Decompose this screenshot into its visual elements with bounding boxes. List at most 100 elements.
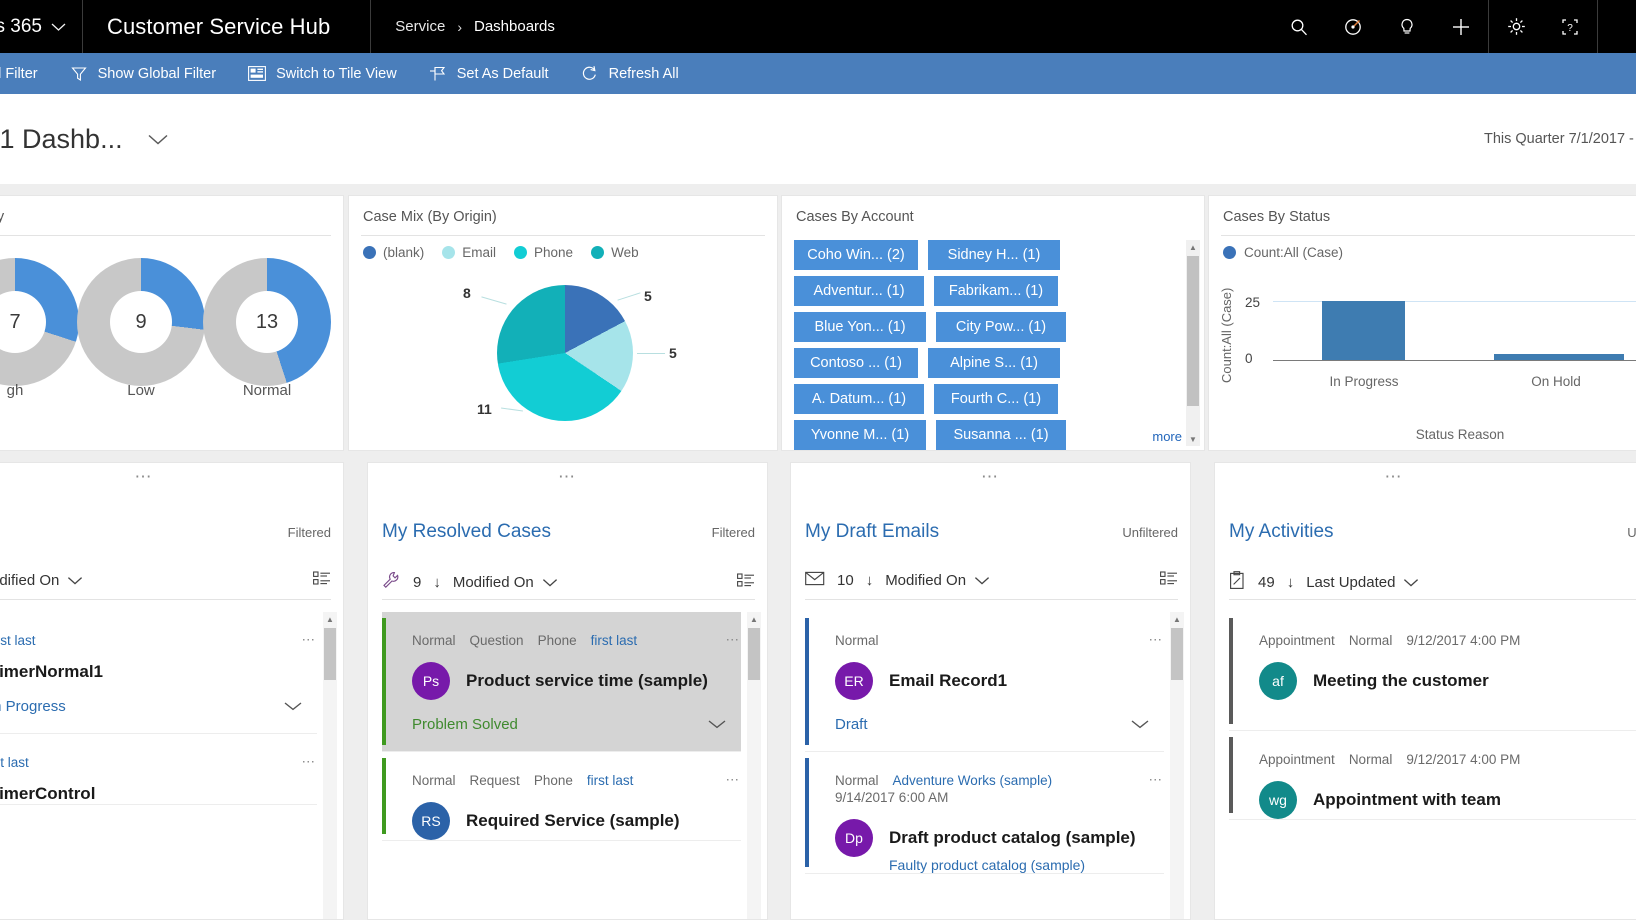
legend-item-phone[interactable]: Phone xyxy=(514,245,573,260)
item-meta-owner[interactable]: first last xyxy=(591,633,638,648)
chevron-down-icon[interactable] xyxy=(707,716,741,733)
legend-item-web[interactable]: Web xyxy=(591,245,639,260)
stream-card-cases[interactable]: ⋯ ases Filtered ↓ Modified On xyxy=(0,462,344,920)
list-item[interactable]: Appointment Normal 9/12/2017 4:00 PM ⋯ w… xyxy=(1229,731,1636,820)
list-item[interactable]: Normal Question Phone first last ⋯ Ps Pr… xyxy=(382,612,741,752)
list-item[interactable]: Normal Request Phone first last ⋯ RS Req… xyxy=(382,752,741,841)
item-title[interactable]: Product service time (sample) xyxy=(466,671,708,691)
item-overflow-menu-icon[interactable]: ⋯ xyxy=(726,632,742,648)
app-name[interactable]: Customer Service Hub xyxy=(83,14,354,40)
account-tile[interactable]: Sidney H... (1) xyxy=(928,240,1060,270)
chart-card-case-mix[interactable]: Case Mix (By Origin) (blank) Email Phone xyxy=(348,195,778,451)
account-tile[interactable]: Susanna ... (1) xyxy=(936,420,1066,450)
stream-overflow-menu-icon[interactable]: ⋯ xyxy=(1215,467,1636,487)
plus-icon[interactable] xyxy=(1434,0,1488,53)
account-tile[interactable]: City Pow... (1) xyxy=(936,312,1066,342)
account-tile[interactable]: A. Datum... (1) xyxy=(794,384,924,414)
switch-to-tile-view-button[interactable]: Switch to Tile View xyxy=(232,53,413,94)
legend-item-email[interactable]: Email xyxy=(442,245,496,260)
list-view-icon[interactable] xyxy=(737,572,755,592)
set-as-default-button[interactable]: Set As Default xyxy=(413,53,565,94)
breadcrumb-parent[interactable]: Service xyxy=(395,18,445,35)
scrollbar-thumb[interactable] xyxy=(748,628,760,680)
stream-sort-selector[interactable]: Modified On xyxy=(0,572,83,589)
stream-sort-selector[interactable]: Modified On xyxy=(453,574,558,591)
scrollbar-thumb[interactable] xyxy=(1171,628,1183,680)
scroll-up-arrow-icon[interactable]: ▲ xyxy=(747,612,761,626)
item-meta-owner[interactable]: first last xyxy=(587,773,634,788)
show-visual-filter-button[interactable]: ual Filter xyxy=(0,53,54,94)
scroll-up-arrow-icon[interactable]: ▲ xyxy=(323,612,337,626)
item-title[interactable]: TimerControl xyxy=(0,784,95,804)
account-tile[interactable]: Alpine S... (1) xyxy=(928,348,1060,378)
item-title[interactable]: Required Service (sample) xyxy=(466,811,680,831)
list-item[interactable]: first last ⋯ TimerNormal1 In Progress xyxy=(0,612,317,734)
account-tile[interactable]: Contoso ... (1) xyxy=(794,348,918,378)
list-item[interactable]: Appointment Normal 9/12/2017 4:00 PM ⋯ a… xyxy=(1229,612,1636,731)
stream-overflow-menu-icon[interactable]: ⋯ xyxy=(368,467,767,487)
gear-icon[interactable] xyxy=(1489,0,1543,53)
stream-scrollbar[interactable]: ▲ xyxy=(747,612,761,919)
donut-low[interactable]: 9 xyxy=(77,258,205,386)
donut-normal[interactable]: 13 xyxy=(203,258,331,386)
item-overflow-menu-icon[interactable]: ⋯ xyxy=(1149,772,1165,788)
list-item[interactable]: Normal Adventure Works (sample) ⋯ 9/14/2… xyxy=(805,752,1164,874)
item-title[interactable]: Meeting the customer xyxy=(1313,671,1489,691)
scroll-down-arrow-icon[interactable]: ▼ xyxy=(1186,432,1200,446)
scroll-up-arrow-icon[interactable]: ▲ xyxy=(1186,240,1200,254)
scrollbar-thumb[interactable] xyxy=(1187,256,1199,406)
show-global-filter-button[interactable]: Show Global Filter xyxy=(54,53,232,94)
stream-sort-direction-icon[interactable]: ↓ xyxy=(1287,574,1295,591)
account-tiles-scrollbar[interactable]: ▲ ▼ xyxy=(1186,240,1200,446)
breadcrumb-current[interactable]: Dashboards xyxy=(474,18,555,35)
stream-card-my-activities[interactable]: ⋯ My Activities Ur 49 ↓ Last Updated xyxy=(1214,462,1636,920)
scroll-up-arrow-icon[interactable]: ▲ xyxy=(1170,612,1184,626)
bar-on-hold[interactable] xyxy=(1494,354,1624,360)
item-title[interactable]: TimerNormal1 xyxy=(0,662,103,682)
item-title[interactable]: Appointment with team xyxy=(1313,790,1501,810)
item-overflow-menu-icon[interactable]: ⋯ xyxy=(1149,632,1165,648)
donut-high[interactable]: 7 xyxy=(0,258,79,386)
account-tile[interactable]: Yvonne M... (1) xyxy=(794,420,926,450)
stream-scrollbar[interactable]: ▲ xyxy=(1170,612,1184,919)
item-meta-account[interactable]: Adventure Works (sample) xyxy=(893,773,1053,788)
list-item[interactable]: Normal ⋯ ER Email Record1 Draft xyxy=(805,612,1164,752)
item-overflow-menu-icon[interactable]: ⋯ xyxy=(302,632,318,648)
search-icon[interactable] xyxy=(1272,0,1326,53)
stream-sort-direction-icon[interactable]: ↓ xyxy=(866,572,874,589)
account-tile[interactable]: Coho Win... (2) xyxy=(794,240,918,270)
stream-title[interactable]: My Draft Emails xyxy=(805,521,939,543)
stream-overflow-menu-icon[interactable]: ⋯ xyxy=(791,467,1190,487)
item-overflow-menu-icon[interactable]: ⋯ xyxy=(726,772,742,788)
chart-card-priority[interactable]: Priority 7 gh 9 Low 13 Normal xyxy=(0,195,344,451)
stream-sort-direction-icon[interactable]: ↓ xyxy=(433,574,441,591)
stream-overflow-menu-icon[interactable]: ⋯ xyxy=(0,467,343,487)
chevron-down-icon[interactable] xyxy=(1130,716,1164,733)
stream-sort-selector[interactable]: Last Updated xyxy=(1306,574,1419,591)
account-tile[interactable]: Fabrikam... (1) xyxy=(934,276,1058,306)
item-title[interactable]: Email Record1 xyxy=(889,671,1007,691)
account-tiles-more-link[interactable]: more xyxy=(1150,429,1182,444)
dashboard-selector-chevron-down-icon[interactable] xyxy=(147,133,169,146)
lightbulb-icon[interactable] xyxy=(1380,0,1434,53)
stream-card-my-draft-emails[interactable]: ⋯ My Draft Emails Unfiltered 10 ↓ Modifi… xyxy=(790,462,1191,920)
item-title[interactable]: Draft product catalog (sample) xyxy=(889,828,1136,848)
bar-in-progress[interactable] xyxy=(1322,301,1405,360)
item-overflow-menu-icon[interactable]: ⋯ xyxy=(302,754,318,770)
stream-scrollbar[interactable]: ▲ xyxy=(323,612,337,919)
product-brand[interactable]: cs 365 xyxy=(0,16,66,38)
stream-sort-selector[interactable]: Modified On xyxy=(885,572,990,589)
account-tile[interactable]: Blue Yon... (1) xyxy=(794,312,926,342)
item-meta-owner[interactable]: rst last xyxy=(0,755,29,770)
chart-card-cases-by-status[interactable]: Cases By Status Count:All (Case) Count:A… xyxy=(1208,195,1636,451)
legend-item-blank[interactable]: (blank) xyxy=(363,245,424,260)
stream-title[interactable]: My Activities xyxy=(1229,521,1334,543)
pie-chart-case-mix[interactable] xyxy=(497,285,633,421)
scrollbar-thumb[interactable] xyxy=(324,628,336,680)
chart-card-cases-by-account[interactable]: Cases By Account Coho Win... (2) Sidney … xyxy=(781,195,1205,451)
list-view-icon[interactable] xyxy=(1160,571,1178,590)
account-tile[interactable]: Adventur... (1) xyxy=(794,276,924,306)
account-tile[interactable]: Fourth C... (1) xyxy=(934,384,1058,414)
assistant-icon[interactable] xyxy=(1326,0,1380,53)
stream-card-my-resolved-cases[interactable]: ⋯ My Resolved Cases Filtered 9 ↓ Modifie… xyxy=(367,462,768,920)
